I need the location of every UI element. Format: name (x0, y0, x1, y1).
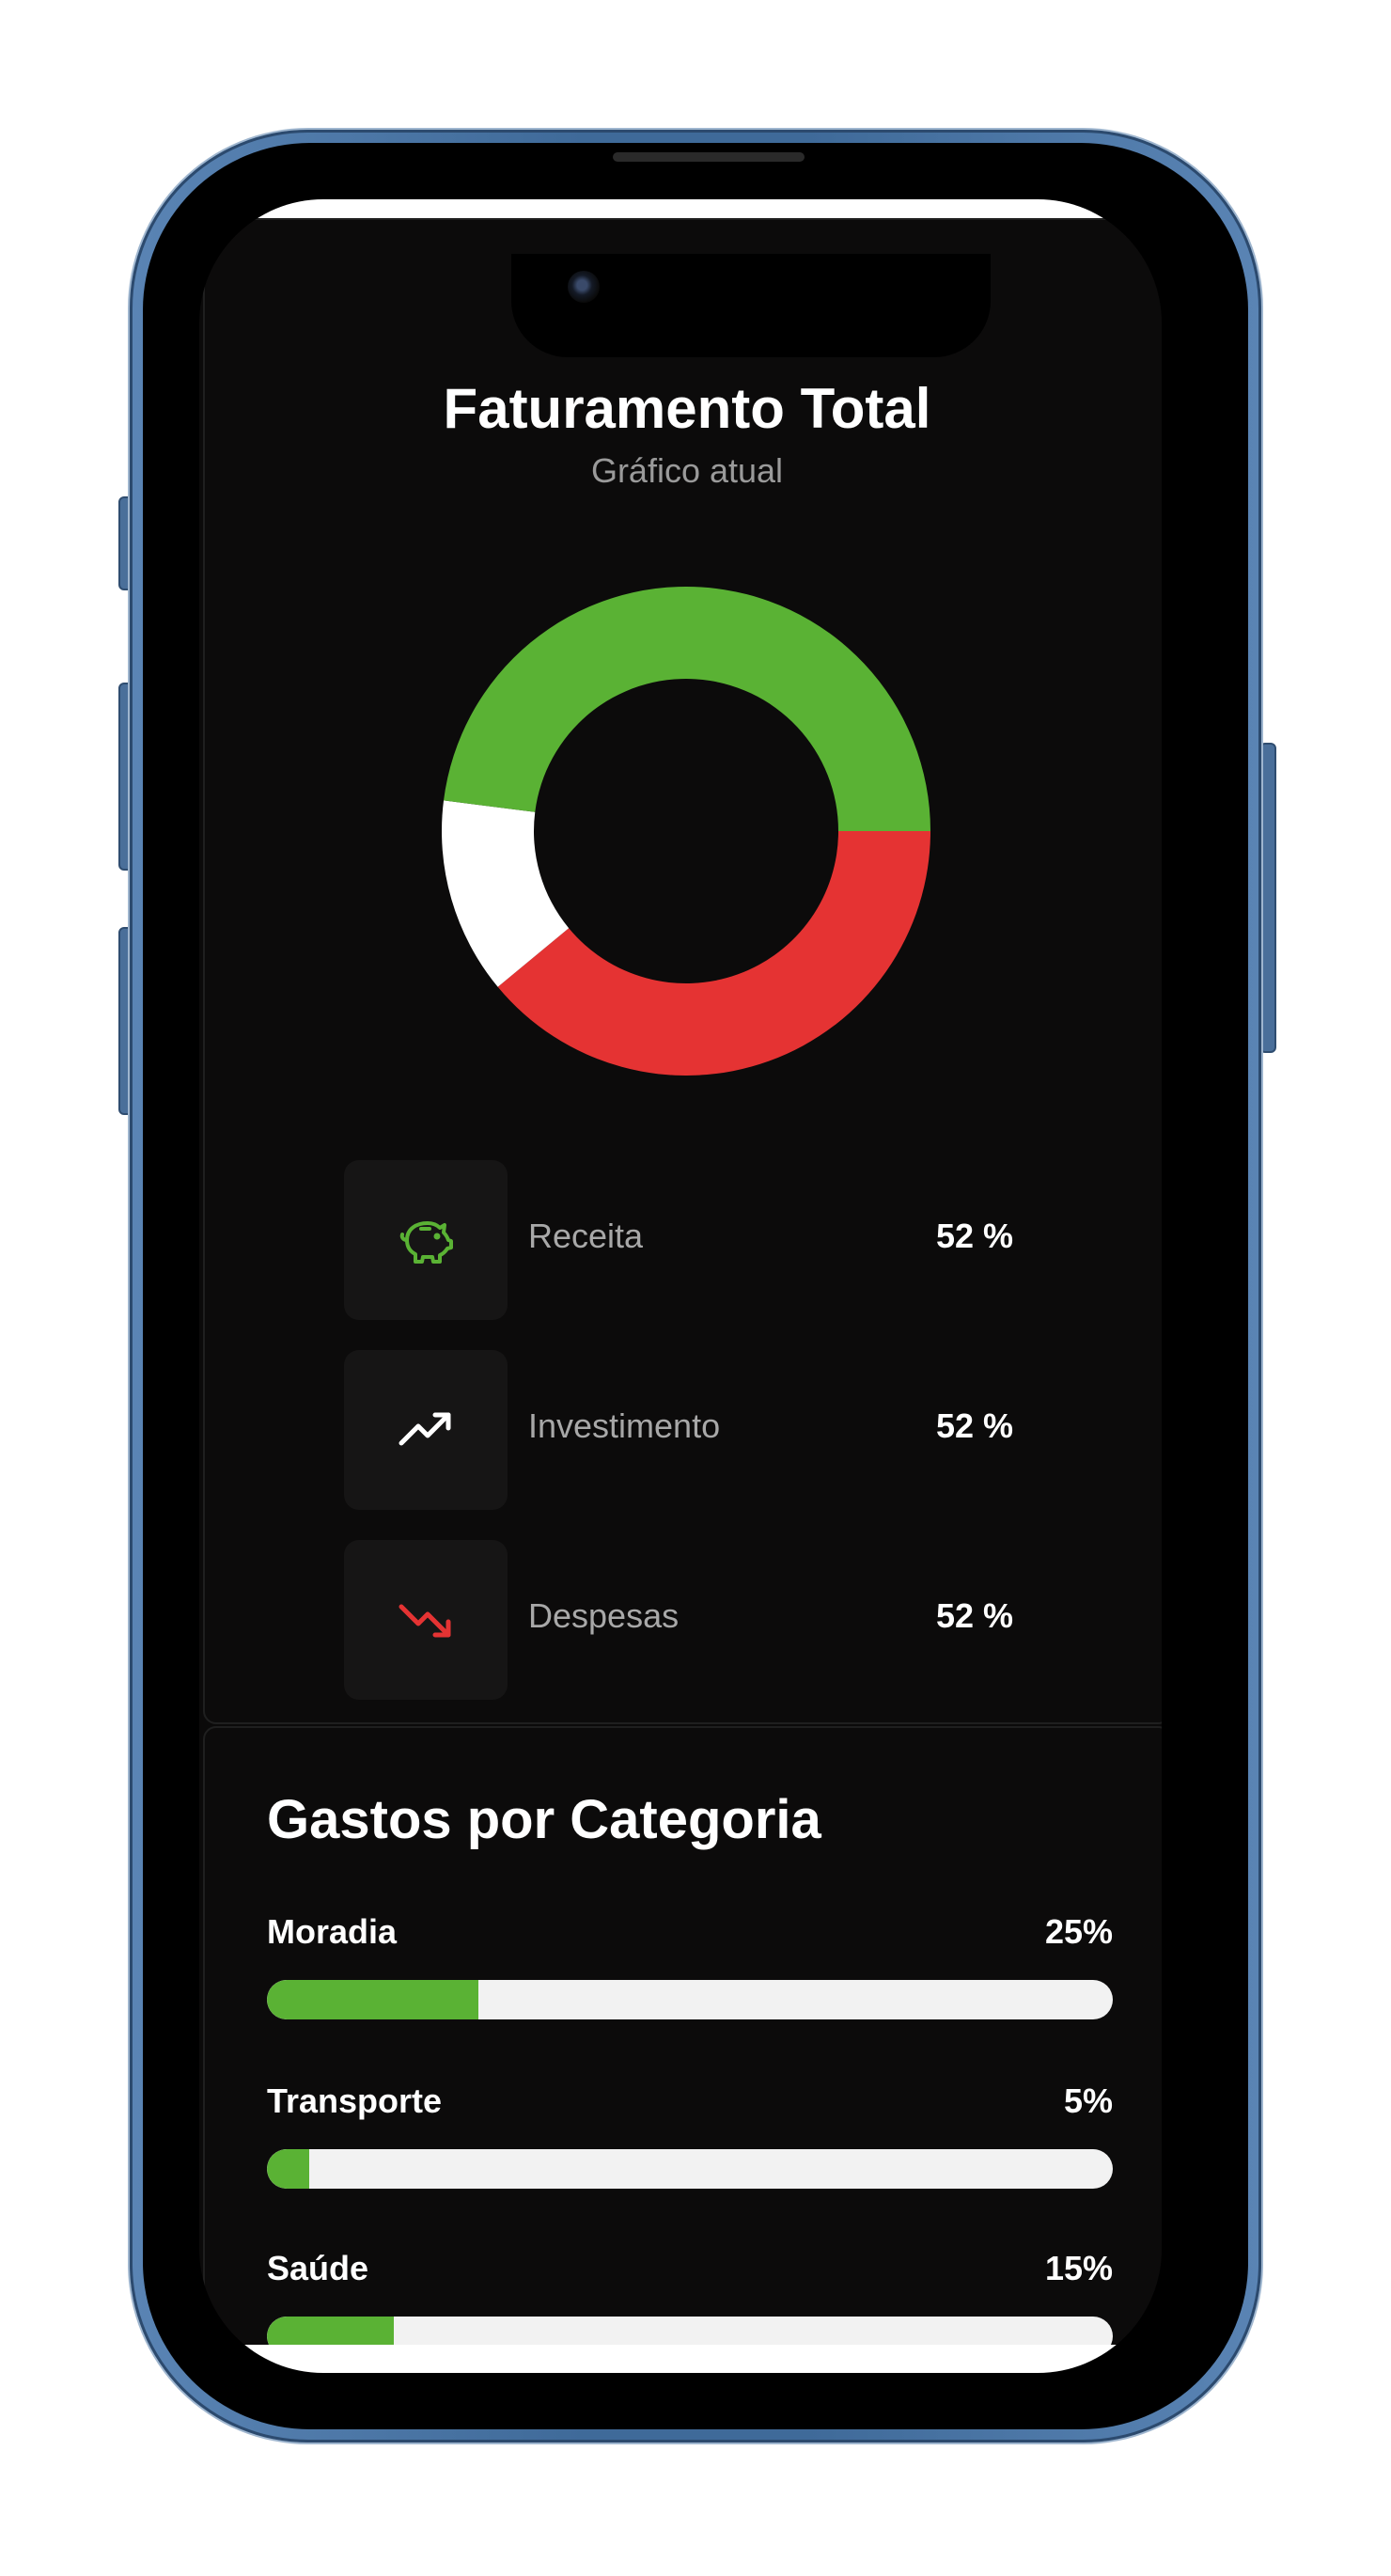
progress-fill (267, 2149, 309, 2189)
category-name: Transporte (267, 2081, 443, 2120)
legend-label: Receita (528, 1217, 644, 1255)
categories-card: Gastos por Categoria Moradia 25% Transpo… (203, 1726, 1162, 2373)
category-percent: 25% (1044, 1912, 1113, 1951)
piggy-bank-icon (399, 1221, 453, 1264)
page-title: Faturamento Total (443, 377, 931, 440)
progress-track (267, 2149, 1113, 2189)
legend-item-investimento[interactable]: Investimento 52 % (344, 1350, 1039, 1510)
legend-icon-box (344, 1540, 508, 1700)
legend-icon-box (344, 1350, 508, 1510)
category-name: Moradia (267, 1912, 398, 1951)
legend-item-despesas[interactable]: Despesas 52 % (344, 1540, 1039, 1700)
speaker-grille (613, 152, 805, 162)
camera-icon (568, 271, 600, 303)
legend-icon-box (344, 1160, 508, 1320)
legend-label: Investimento (528, 1406, 721, 1445)
progress-track (267, 1980, 1113, 2019)
category-percent: 15% (1044, 2249, 1113, 2287)
donut-slice-despesas[interactable] (497, 831, 930, 1076)
progress-fill (267, 1980, 478, 2019)
legend-item-receita[interactable]: Receita 52 % (344, 1160, 1039, 1320)
trending-up-icon (399, 1412, 451, 1446)
phone-frame: Faturamento Total Gráfico atual Receita … (130, 130, 1261, 2442)
phone-screen: Faturamento Total Gráfico atual Receita … (199, 199, 1162, 2373)
legend-value: 52 % (936, 1217, 1014, 1255)
donut-chart (442, 587, 930, 1076)
legend-value: 52 % (936, 1406, 1014, 1445)
phone-bezel: Faturamento Total Gráfico atual Receita … (143, 143, 1248, 2429)
category-percent: 5% (1063, 2081, 1113, 2120)
category-name: Saúde (267, 2249, 369, 2287)
section-title: Gastos por Categoria (267, 1789, 821, 1850)
notch (511, 254, 991, 357)
overview-card: Faturamento Total Gráfico atual Receita … (203, 218, 1162, 1724)
screen-bottom-edge (199, 2345, 1162, 2373)
trending-down-icon (399, 1604, 451, 1638)
legend-value: 52 % (936, 1596, 1014, 1635)
power-button (1259, 743, 1276, 1053)
legend-label: Despesas (528, 1596, 680, 1635)
page-subtitle: Gráfico atual (590, 451, 784, 490)
donut-slice-receita[interactable] (444, 587, 930, 831)
top-edge (199, 199, 1162, 218)
mockup-stage: Faturamento Total Gráfico atual Receita … (0, 0, 1391, 2576)
